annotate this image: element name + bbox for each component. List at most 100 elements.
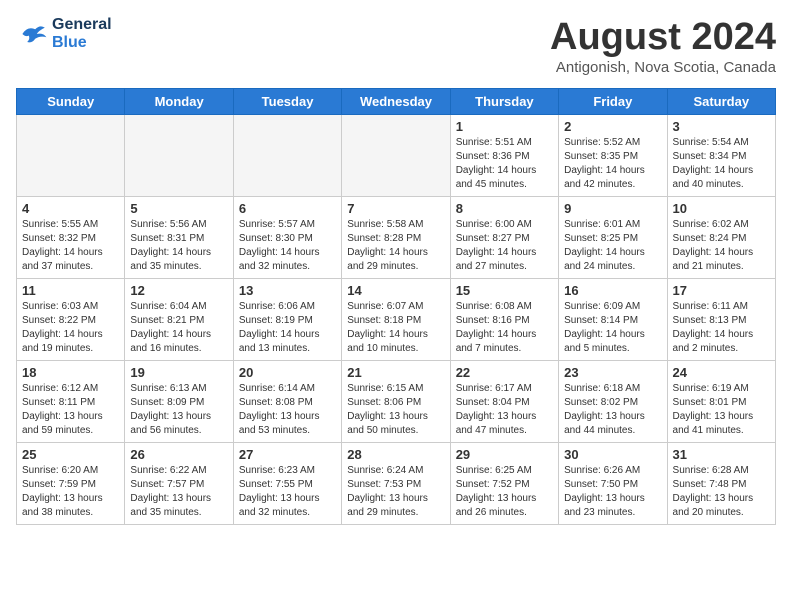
cell-content: Sunrise: 6:15 AM Sunset: 8:06 PM Dayligh… xyxy=(347,383,428,436)
calendar-cell-1 xyxy=(17,115,125,197)
calendar-cell-16: 12 Sunrise: 6:04 AM Sunset: 8:21 PM Dayli… xyxy=(125,279,233,361)
day-number: 17 xyxy=(673,283,770,298)
day-number: 31 xyxy=(673,447,770,462)
calendar-cell-4 xyxy=(342,115,450,197)
calendar-row-4: 25 Sunrise: 6:20 AM Sunset: 7:59 PM Dayli… xyxy=(17,443,776,525)
day-number: 28 xyxy=(347,447,444,462)
calendar-row-1: 4 Sunrise: 5:55 AM Sunset: 8:32 PM Daylig… xyxy=(17,197,776,279)
day-header-wednesday: Wednesday xyxy=(342,89,450,115)
calendar-cell-9: 5 Sunrise: 5:56 AM Sunset: 8:31 PM Daylig… xyxy=(125,197,233,279)
cell-content: Sunrise: 6:24 AM Sunset: 7:53 PM Dayligh… xyxy=(347,465,428,518)
cell-content: Sunrise: 6:28 AM Sunset: 7:48 PM Dayligh… xyxy=(673,465,754,518)
cell-content: Sunrise: 6:03 AM Sunset: 8:22 PM Dayligh… xyxy=(22,301,103,354)
calendar-cell-31: 27 Sunrise: 6:23 AM Sunset: 7:55 PM Dayli… xyxy=(233,443,341,525)
cell-content: Sunrise: 6:08 AM Sunset: 8:16 PM Dayligh… xyxy=(456,301,537,354)
day-number: 4 xyxy=(22,201,119,216)
calendar-cell-28: 24 Sunrise: 6:19 AM Sunset: 8:01 PM Dayli… xyxy=(667,361,775,443)
cell-content: Sunrise: 5:58 AM Sunset: 8:28 PM Dayligh… xyxy=(347,219,428,272)
cell-content: Sunrise: 6:04 AM Sunset: 8:21 PM Dayligh… xyxy=(130,301,211,354)
cell-content: Sunrise: 5:57 AM Sunset: 8:30 PM Dayligh… xyxy=(239,219,320,272)
cell-content: Sunrise: 6:23 AM Sunset: 7:55 PM Dayligh… xyxy=(239,465,320,518)
cell-content: Sunrise: 5:52 AM Sunset: 8:35 PM Dayligh… xyxy=(564,137,645,190)
day-number: 24 xyxy=(673,365,770,380)
calendar-table: SundayMondayTuesdayWednesdayThursdayFrid… xyxy=(16,88,776,525)
day-number: 22 xyxy=(456,365,553,380)
cell-content: Sunrise: 6:07 AM Sunset: 8:18 PM Dayligh… xyxy=(347,301,428,354)
calendar-row-3: 18 Sunrise: 6:12 AM Sunset: 8:11 PM Dayli… xyxy=(17,361,776,443)
day-header-sunday: Sunday xyxy=(17,89,125,115)
calendar-cell-2 xyxy=(125,115,233,197)
calendar-cell-15: 11 Sunrise: 6:03 AM Sunset: 8:22 PM Dayli… xyxy=(17,279,125,361)
calendar-cell-7: 3Sunrise: 5:54 AM Sunset: 8:34 PM Daylig… xyxy=(667,115,775,197)
day-number: 10 xyxy=(673,201,770,216)
day-number: 13 xyxy=(239,283,336,298)
page-header: General Blue August 2024 Antigonish, Nov… xyxy=(16,16,776,76)
cell-content: Sunrise: 6:25 AM Sunset: 7:52 PM Dayligh… xyxy=(456,465,537,518)
calendar-cell-8: 4 Sunrise: 5:55 AM Sunset: 8:32 PM Daylig… xyxy=(17,197,125,279)
day-number: 20 xyxy=(239,365,336,380)
title-section: August 2024 Antigonish, Nova Scotia, Can… xyxy=(550,16,776,76)
cell-content: Sunrise: 6:01 AM Sunset: 8:25 PM Dayligh… xyxy=(564,219,645,272)
cell-content: Sunrise: 6:17 AM Sunset: 8:04 PM Dayligh… xyxy=(456,383,537,436)
day-number: 12 xyxy=(130,283,227,298)
cell-content: Sunrise: 6:20 AM Sunset: 7:59 PM Dayligh… xyxy=(22,465,103,518)
cell-content: Sunrise: 6:12 AM Sunset: 8:11 PM Dayligh… xyxy=(22,383,103,436)
calendar-cell-6: 2 Sunrise: 5:52 AM Sunset: 8:35 PM Daylig… xyxy=(559,115,667,197)
cell-content: Sunrise: 5:51 AM Sunset: 8:36 PM Dayligh… xyxy=(456,137,537,190)
calendar-cell-29: 25 Sunrise: 6:20 AM Sunset: 7:59 PM Dayli… xyxy=(17,443,125,525)
logo-blue: Blue xyxy=(52,34,112,52)
day-number: 26 xyxy=(130,447,227,462)
calendar-cell-21: 17 Sunrise: 6:11 AM Sunset: 8:13 PM Dayli… xyxy=(667,279,775,361)
day-number: 27 xyxy=(239,447,336,462)
calendar-cell-12: 8 Sunrise: 6:00 AM Sunset: 8:27 PM Daylig… xyxy=(450,197,558,279)
logo-general: General xyxy=(52,16,112,34)
calendar-cell-3 xyxy=(233,115,341,197)
day-number: 21 xyxy=(347,365,444,380)
calendar-cell-10: 6 Sunrise: 5:57 AM Sunset: 8:30 PM Daylig… xyxy=(233,197,341,279)
day-number: 3 xyxy=(673,119,770,134)
calendar-cell-27: 23Sunrise: 6:18 AM Sunset: 8:02 PM Dayli… xyxy=(559,361,667,443)
day-number: 6 xyxy=(239,201,336,216)
cell-content: Sunrise: 6:19 AM Sunset: 8:01 PM Dayligh… xyxy=(673,383,754,436)
calendar-cell-34: 30Sunrise: 6:26 AM Sunset: 7:50 PM Dayli… xyxy=(559,443,667,525)
cell-content: Sunrise: 6:18 AM Sunset: 8:02 PM Dayligh… xyxy=(564,383,645,436)
day-number: 25 xyxy=(22,447,119,462)
day-header-friday: Friday xyxy=(559,89,667,115)
day-number: 18 xyxy=(22,365,119,380)
cell-content: Sunrise: 6:09 AM Sunset: 8:14 PM Dayligh… xyxy=(564,301,645,354)
logo: General Blue xyxy=(16,16,112,51)
day-header-monday: Monday xyxy=(125,89,233,115)
calendar-cell-14: 10 Sunrise: 6:02 AM Sunset: 8:24 PM Dayli… xyxy=(667,197,775,279)
day-number: 7 xyxy=(347,201,444,216)
day-header-saturday: Saturday xyxy=(667,89,775,115)
cell-content: Sunrise: 5:56 AM Sunset: 8:31 PM Dayligh… xyxy=(130,219,211,272)
calendar-cell-23: 19Sunrise: 6:13 AM Sunset: 8:09 PM Dayli… xyxy=(125,361,233,443)
calendar-cell-25: 21 Sunrise: 6:15 AM Sunset: 8:06 PM Dayli… xyxy=(342,361,450,443)
cell-content: Sunrise: 5:55 AM Sunset: 8:32 PM Dayligh… xyxy=(22,219,103,272)
day-number: 29 xyxy=(456,447,553,462)
day-number: 8 xyxy=(456,201,553,216)
calendar-cell-33: 29 Sunrise: 6:25 AM Sunset: 7:52 PM Dayli… xyxy=(450,443,558,525)
cell-content: Sunrise: 6:22 AM Sunset: 7:57 PM Dayligh… xyxy=(130,465,211,518)
calendar-cell-30: 26 Sunrise: 6:22 AM Sunset: 7:57 PM Dayli… xyxy=(125,443,233,525)
day-number: 16 xyxy=(564,283,661,298)
day-number: 15 xyxy=(456,283,553,298)
day-number: 11 xyxy=(22,283,119,298)
day-number: 2 xyxy=(564,119,661,134)
calendar-row-0: 1Sunrise: 5:51 AM Sunset: 8:36 PM Daylig… xyxy=(17,115,776,197)
cell-content: Sunrise: 6:00 AM Sunset: 8:27 PM Dayligh… xyxy=(456,219,537,272)
cell-content: Sunrise: 6:02 AM Sunset: 8:24 PM Dayligh… xyxy=(673,219,754,272)
calendar-cell-32: 28 Sunrise: 6:24 AM Sunset: 7:53 PM Dayli… xyxy=(342,443,450,525)
cell-content: Sunrise: 6:06 AM Sunset: 8:19 PM Dayligh… xyxy=(239,301,320,354)
day-number: 14 xyxy=(347,283,444,298)
day-number: 5 xyxy=(130,201,227,216)
logo-text: General Blue xyxy=(52,16,112,51)
calendar-cell-22: 18 Sunrise: 6:12 AM Sunset: 8:11 PM Dayli… xyxy=(17,361,125,443)
calendar-cell-26: 22 Sunrise: 6:17 AM Sunset: 8:04 PM Dayli… xyxy=(450,361,558,443)
cell-content: Sunrise: 6:14 AM Sunset: 8:08 PM Dayligh… xyxy=(239,383,320,436)
calendar-row-2: 11 Sunrise: 6:03 AM Sunset: 8:22 PM Dayli… xyxy=(17,279,776,361)
cell-content: Sunrise: 6:26 AM Sunset: 7:50 PM Dayligh… xyxy=(564,465,645,518)
day-number: 19 xyxy=(130,365,227,380)
calendar-cell-35: 31 Sunrise: 6:28 AM Sunset: 7:48 PM Dayli… xyxy=(667,443,775,525)
cell-content: Sunrise: 6:11 AM Sunset: 8:13 PM Dayligh… xyxy=(673,301,754,354)
